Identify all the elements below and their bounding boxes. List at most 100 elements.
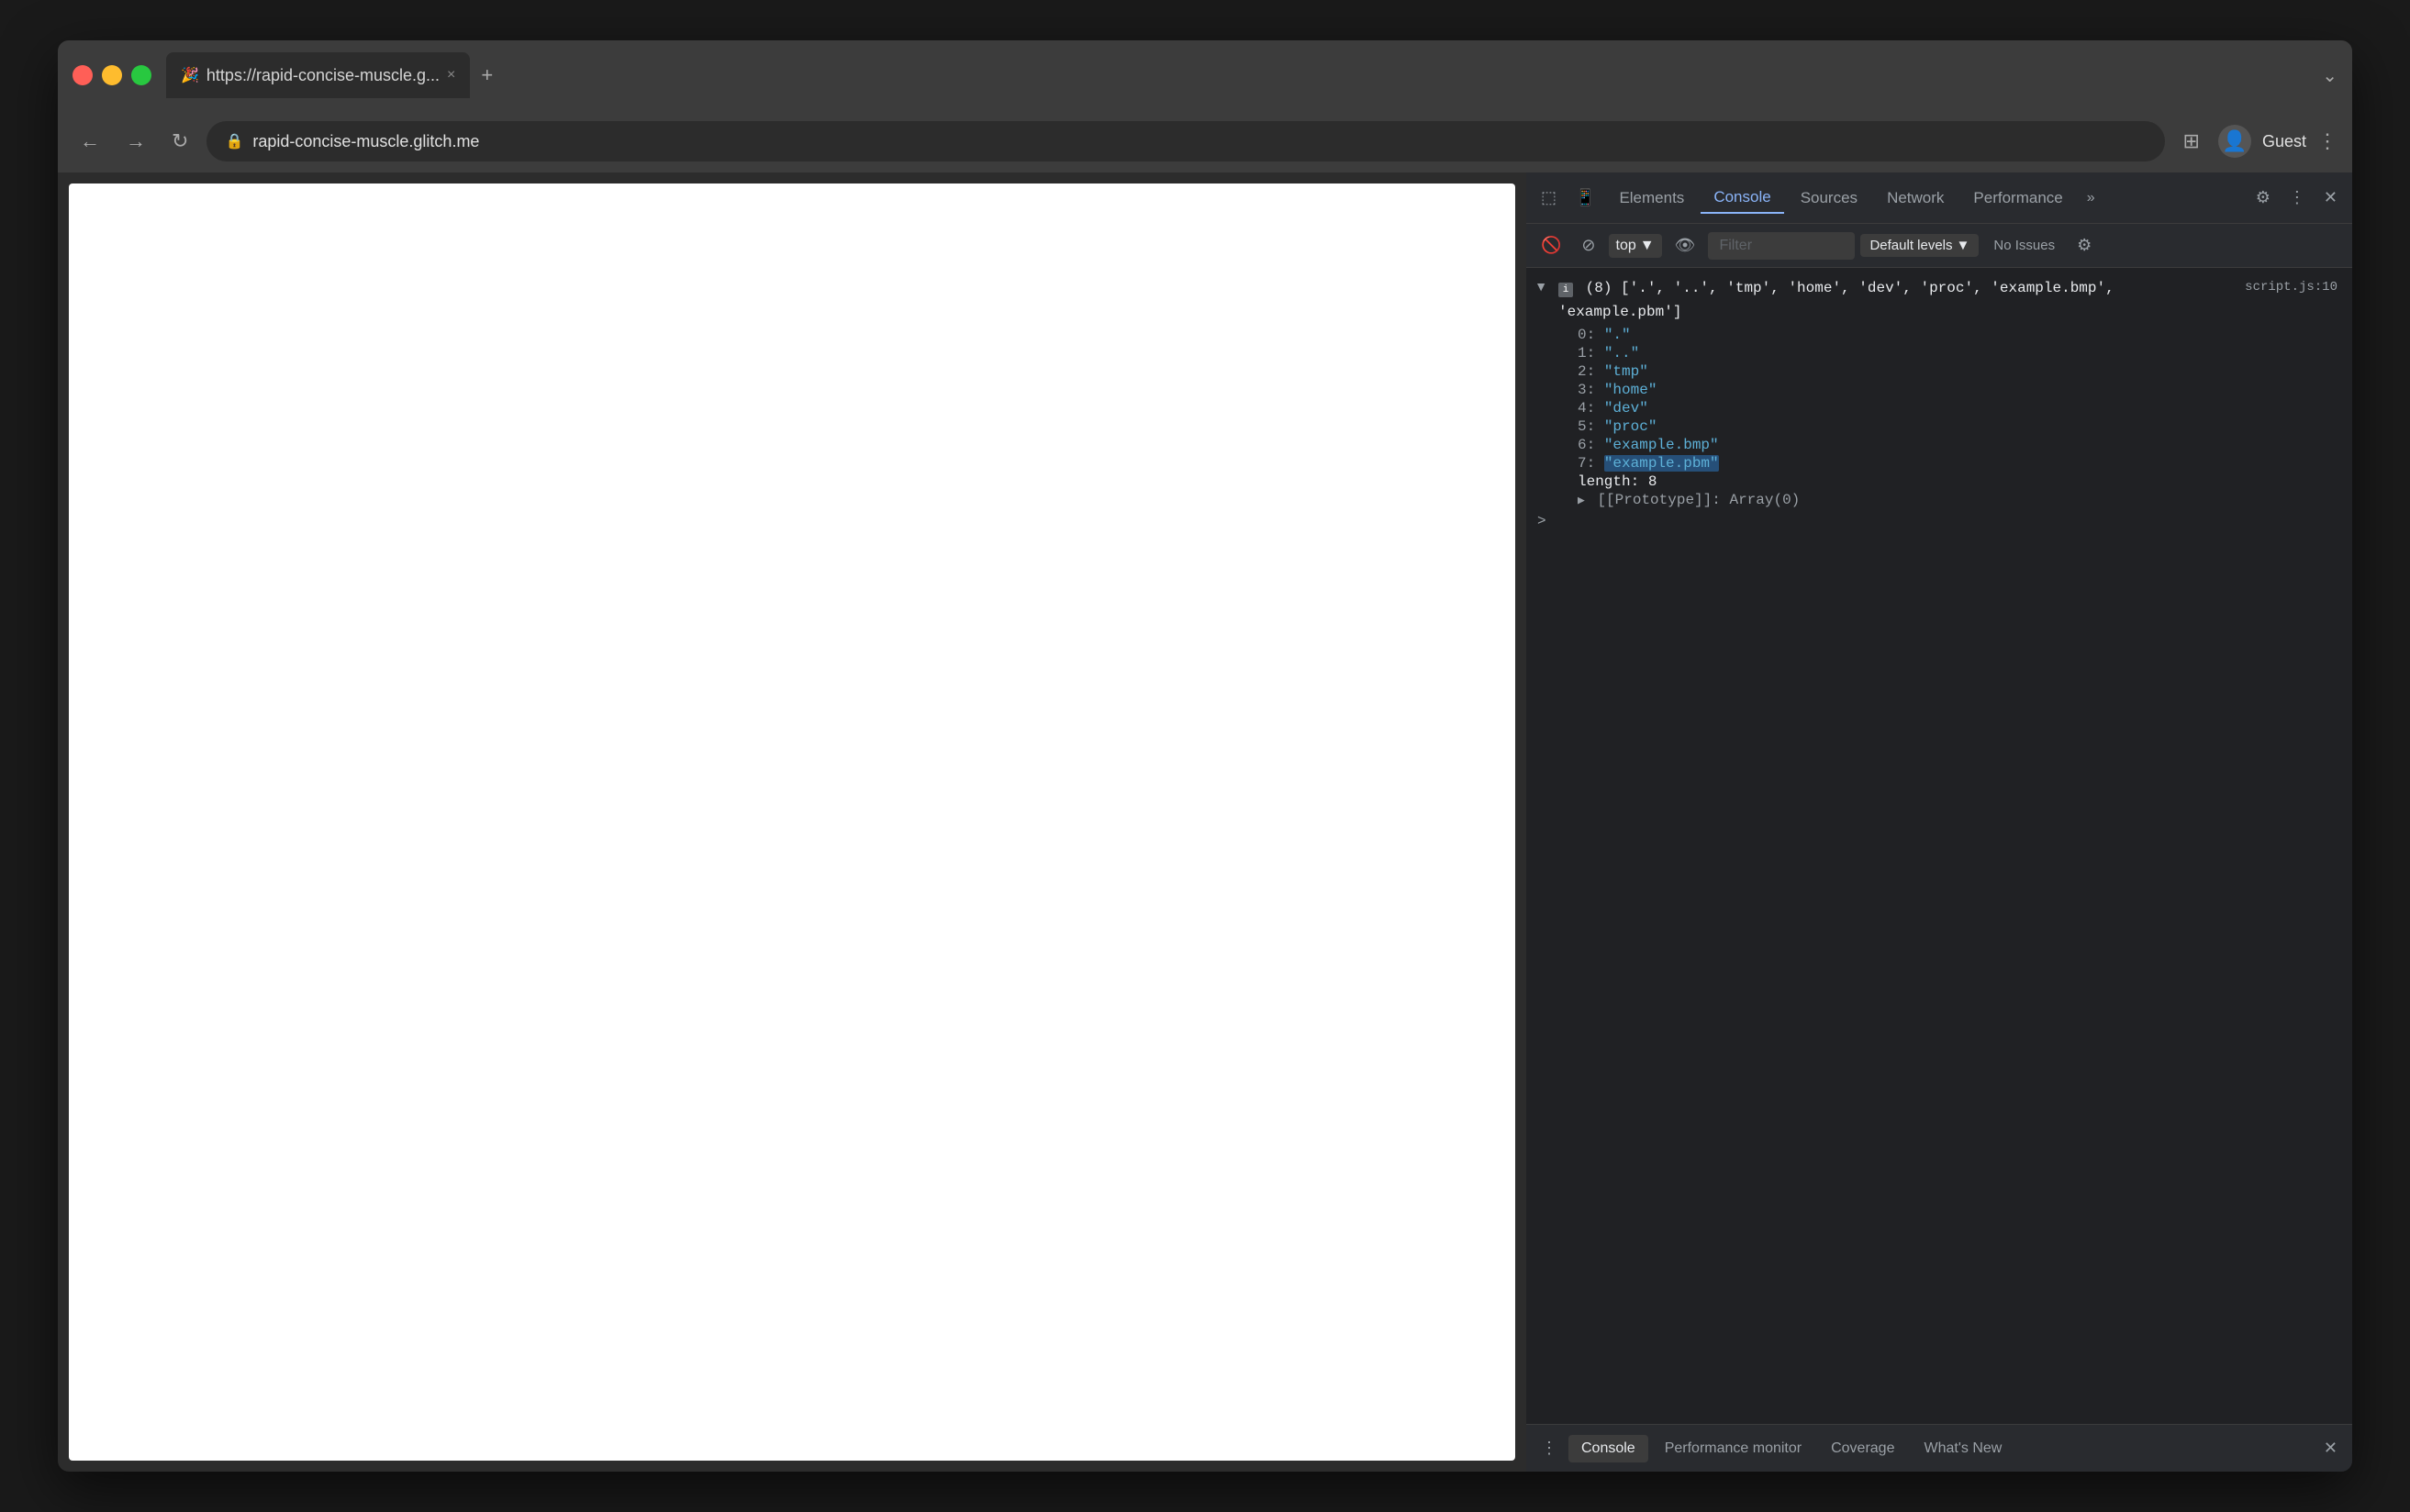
address-bar[interactable]: 🔒 rapid-concise-muscle.glitch.me: [206, 121, 2164, 161]
console-eye-button[interactable]: 👁: [1668, 232, 1703, 259]
length-key: length: [1578, 473, 1631, 490]
devtools-toolbar: ⬚ 📱 Elements Console Sources Network Per…: [1526, 172, 2352, 224]
user-label: Guest: [2262, 132, 2306, 151]
console-output: ▶ script.js:10 i (8) ['.', '..', 'tmp', …: [1526, 268, 2352, 1424]
title-bar-controls: ⌄: [2322, 64, 2337, 87]
traffic-light-green[interactable]: [131, 65, 151, 85]
nav-right-controls: ⊞ 👤 Guest ⋮: [2176, 125, 2337, 158]
prototype-arrow-icon[interactable]: ▶: [1578, 494, 1585, 507]
array-val-5: "proc": [1604, 418, 1657, 435]
bottom-tab-whats-new[interactable]: What's New: [1911, 1435, 2014, 1462]
devtools-inspect-button[interactable]: ⬚: [1534, 183, 1564, 213]
array-key-5: 5:: [1578, 418, 1604, 435]
tab-title: https://rapid-concise-muscle.g...: [206, 66, 440, 85]
forward-button[interactable]: →: [118, 126, 153, 157]
title-bar: 🎉 https://rapid-concise-muscle.g... × + …: [58, 40, 2352, 110]
default-levels-button[interactable]: Default levels ▼: [1860, 234, 1979, 257]
bottom-tab-coverage[interactable]: Coverage: [1818, 1435, 1907, 1462]
traffic-light-yellow[interactable]: [102, 65, 122, 85]
traffic-light-red[interactable]: [73, 65, 93, 85]
array-val-3: "home": [1604, 382, 1657, 398]
bottom-tab-performance-monitor[interactable]: Performance monitor: [1652, 1435, 1814, 1462]
back-button[interactable]: ←: [73, 126, 107, 157]
tab-favicon-icon: 🎉: [181, 66, 199, 84]
array-key-2: 2:: [1578, 363, 1604, 380]
tab-elements[interactable]: Elements: [1606, 183, 1697, 213]
address-text: rapid-concise-muscle.glitch.me: [252, 132, 479, 151]
array-key-3: 3:: [1578, 382, 1604, 398]
new-tab-button[interactable]: +: [474, 60, 500, 91]
prototype-value: Array(0): [1729, 492, 1800, 508]
lock-icon: 🔒: [225, 132, 243, 150]
console-prompt[interactable]: [1526, 509, 2352, 517]
traffic-lights: [73, 65, 151, 85]
array-val-1: "..": [1604, 345, 1639, 361]
devtools-panel: ⬚ 📱 Elements Console Sources Network Per…: [1526, 172, 2352, 1472]
prototype-row: ▶ [[Prototype]]: Array(0): [1526, 491, 2352, 509]
devtools-close-button[interactable]: ✕: [2316, 183, 2345, 213]
profile-person-icon: 👤: [2222, 129, 2247, 153]
tab-sources[interactable]: Sources: [1788, 183, 1870, 213]
info-badge: i: [1558, 283, 1573, 297]
tab-performance[interactable]: Performance: [1960, 183, 2075, 213]
default-levels-label: Default levels: [1869, 238, 1952, 253]
array-val-0: ".": [1604, 327, 1631, 343]
console-context-dropdown[interactable]: top ▼: [1609, 234, 1662, 258]
console-clear-button[interactable]: 🚫: [1534, 232, 1568, 259]
array-val-4: "dev": [1604, 400, 1648, 417]
bottom-menu-button[interactable]: ⋮: [1534, 1435, 1565, 1462]
array-item-1: 1: "..": [1526, 344, 2352, 362]
array-item-6: 6: "example.bmp": [1526, 436, 2352, 454]
filter-input[interactable]: [1708, 232, 1855, 260]
length-value: 8: [1648, 473, 1657, 490]
array-key-6: 6:: [1578, 437, 1604, 453]
console-no-circle-button[interactable]: ⊘: [1574, 232, 1602, 259]
devtools-device-button[interactable]: 📱: [1568, 183, 1602, 213]
bottom-tab-console[interactable]: Console: [1568, 1435, 1648, 1462]
active-tab[interactable]: 🎉 https://rapid-concise-muscle.g... ×: [166, 52, 470, 98]
array-item-7: 7: "example.pbm": [1526, 454, 2352, 472]
array-item-2: 2: "tmp": [1526, 362, 2352, 381]
console-entry-array: ▶ script.js:10 i (8) ['.', '..', 'tmp', …: [1526, 275, 2352, 326]
default-levels-arrow-icon: ▼: [1957, 238, 1970, 253]
reload-button[interactable]: ↻: [164, 126, 195, 157]
devtools-menu-button[interactable]: ⋮: [2282, 183, 2313, 213]
devtools-settings-controls: ⚙ ⋮ ✕: [2248, 183, 2345, 213]
prototype-label: [[Prototype]]:: [1597, 492, 1729, 508]
page-content: [69, 183, 1515, 1461]
array-length-row: length: 8: [1526, 472, 2352, 491]
tab-bar: 🎉 https://rapid-concise-muscle.g... × +: [166, 52, 2322, 98]
array-preview: (8) ['.', '..', 'tmp', 'home', 'dev', 'p…: [1558, 280, 2114, 320]
devtools-bottom-bar: ⋮ Console Performance monitor Coverage W…: [1526, 1424, 2352, 1472]
array-val-2: "tmp": [1604, 363, 1648, 380]
main-area: ⬚ 📱 Elements Console Sources Network Per…: [58, 172, 2352, 1472]
dropdown-arrow-icon: ▼: [1640, 238, 1655, 254]
array-key-1: 1:: [1578, 345, 1604, 361]
browser-window: 🎉 https://rapid-concise-muscle.g... × + …: [58, 40, 2352, 1472]
array-val-7: "example.pbm": [1604, 455, 1719, 472]
context-label: top: [1616, 238, 1636, 254]
devtools-settings-button[interactable]: ⚙: [2248, 183, 2278, 213]
array-item-3: 3: "home": [1526, 381, 2352, 399]
devtools-secondary-bar: 🚫 ⊘ top ▼ 👁 Default levels ▼ No Issues ⚙: [1526, 224, 2352, 268]
tab-console[interactable]: Console: [1701, 183, 1783, 214]
window-chevron-icon[interactable]: ⌄: [2322, 66, 2337, 86]
console-settings-button[interactable]: ⚙: [2070, 232, 2099, 259]
nav-bar: ← → ↻ 🔒 rapid-concise-muscle.glitch.me ⊞…: [58, 110, 2352, 172]
array-item-5: 5: "proc": [1526, 417, 2352, 436]
source-link[interactable]: script.js:10: [2245, 277, 2337, 297]
array-val-6: "example.bmp": [1604, 437, 1719, 453]
tab-close-button[interactable]: ×: [447, 67, 455, 83]
array-key-0: 0:: [1578, 327, 1604, 343]
no-issues-button[interactable]: No Issues: [1984, 234, 2064, 257]
devtools-tabs-more-button[interactable]: »: [2080, 186, 2103, 210]
array-key-7: 7:: [1578, 455, 1604, 472]
array-item-4: 4: "dev": [1526, 399, 2352, 417]
bottom-close-button[interactable]: ✕: [2316, 1435, 2345, 1462]
avatar[interactable]: 👤: [2218, 125, 2251, 158]
tab-network[interactable]: Network: [1874, 183, 1957, 213]
array-key-4: 4:: [1578, 400, 1604, 417]
expand-arrow-icon[interactable]: ▶: [1530, 284, 1550, 291]
browser-menu-button[interactable]: ⋮: [2317, 129, 2337, 153]
devtools-sidebar-button[interactable]: ⊞: [2176, 126, 2207, 157]
